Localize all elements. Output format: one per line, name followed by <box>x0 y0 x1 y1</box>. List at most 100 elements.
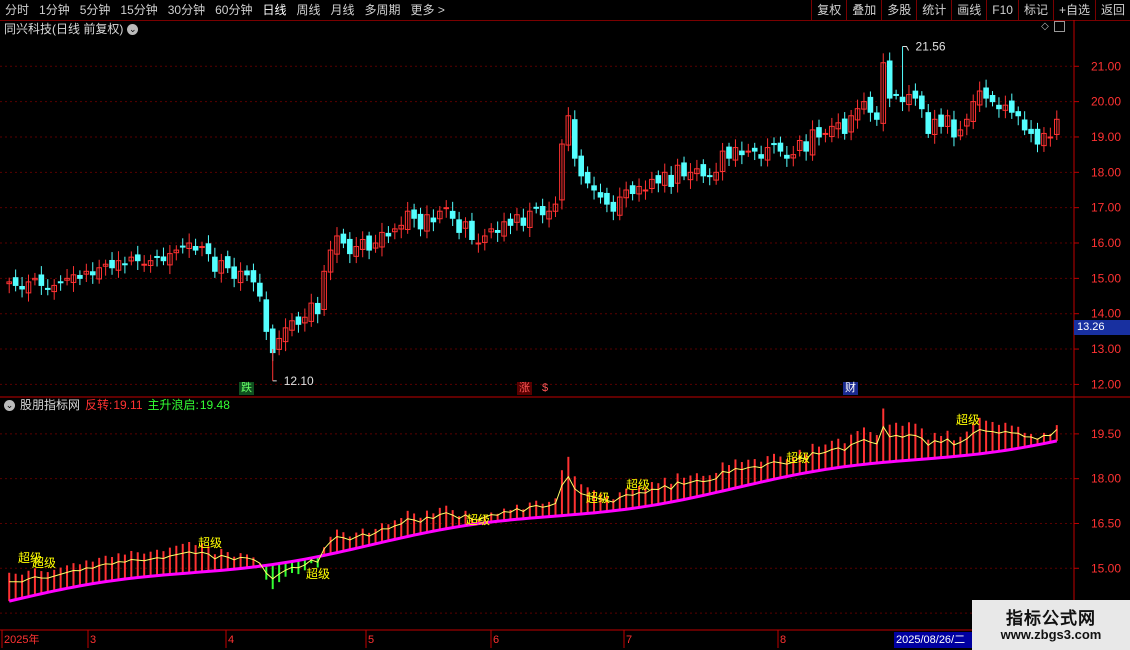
candle-body <box>706 175 713 178</box>
candle-body <box>816 127 822 138</box>
candle-body <box>642 189 649 192</box>
candle-body <box>475 242 482 245</box>
chevron-down-icon[interactable]: ⌄ <box>127 23 139 35</box>
candle-body <box>77 274 83 279</box>
candle-body <box>134 254 141 262</box>
indicator-baseline <box>8 439 1058 603</box>
price-axis-label: 13.00 <box>1091 342 1121 356</box>
candle-body <box>841 118 848 134</box>
indicator-name: 股朋指标网 <box>20 398 81 412</box>
chaoji-signal-label: 超级 <box>586 490 610 505</box>
indicator-axis-label: 15.00 <box>1091 561 1121 575</box>
price-axis-label: 18.00 <box>1091 165 1121 179</box>
indicator-axis-label: 18.00 <box>1091 472 1121 486</box>
candle-body <box>257 282 263 297</box>
watermark: 指标公式网 www.zbgs3.com <box>972 600 1130 650</box>
candle-body <box>366 235 372 251</box>
indicator-signal-line <box>9 425 1058 583</box>
fanzhuan-label: 反转: <box>85 398 113 412</box>
candle-body <box>192 245 199 251</box>
time-axis-label: 3 <box>90 634 96 646</box>
candle-body <box>224 256 231 269</box>
candle-body <box>19 286 25 290</box>
candle-body <box>231 266 237 279</box>
candle-body <box>758 154 764 159</box>
stock-chart[interactable]: 21.00 20.00 19.00 18.00 17.00 16.00 15.00 14.00… <box>0 0 1130 650</box>
candle-body <box>263 299 270 332</box>
chaoji-signal-label: 超级 <box>32 555 56 570</box>
price-axis-label: 17.00 <box>1091 201 1121 215</box>
chevron-down-icon[interactable]: ⌄ <box>4 400 15 411</box>
candle-body <box>938 114 944 127</box>
candle-body <box>314 302 321 315</box>
candle-body <box>584 171 591 184</box>
candle-body <box>417 213 424 230</box>
candle-body <box>38 274 45 286</box>
candle-body <box>154 256 160 259</box>
candle-body <box>899 96 906 103</box>
candle-body <box>340 233 347 244</box>
price-axis-label: 16.00 <box>1091 236 1121 250</box>
candle-body <box>141 263 147 266</box>
chaoji-signal-label: 超级 <box>956 412 980 427</box>
candle-body <box>874 112 880 120</box>
candle-body <box>610 201 617 212</box>
chaoji-signal-label: 超级 <box>786 450 810 465</box>
candle-body <box>597 192 604 198</box>
price-axis-label: 12.00 <box>1091 377 1121 391</box>
candle-body <box>784 154 790 159</box>
candle-body <box>571 119 578 159</box>
candle-body <box>1008 100 1015 113</box>
candle-body <box>700 164 707 177</box>
event-marker-die[interactable]: 跌 <box>239 382 254 395</box>
time-axis-label: 2025年 <box>4 632 39 646</box>
fanzhuan-value: 19.11 <box>113 398 143 412</box>
candle-body <box>89 271 96 276</box>
time-axis-label: 4 <box>228 634 234 646</box>
candle-body <box>449 210 456 219</box>
candle-body <box>57 281 64 284</box>
stock-title: 同兴科技(日线 前复权) <box>4 22 124 36</box>
candle-body <box>507 218 514 226</box>
candle-body <box>295 316 302 325</box>
candle-body <box>681 162 687 177</box>
candle-body <box>44 287 51 290</box>
chaoji-signal-label: 超级 <box>306 566 330 581</box>
candle-body <box>591 185 597 191</box>
candle-body <box>989 95 996 103</box>
indicator-axis-label: 16.50 <box>1091 516 1121 530</box>
event-marker-zhang[interactable]: 涨 <box>517 382 532 395</box>
candle-body <box>212 256 218 272</box>
chaoji-signal-label: 超级 <box>198 535 222 550</box>
candle-body <box>539 206 546 216</box>
price-axis-label: 14.00 <box>1091 307 1121 321</box>
candle-body <box>951 119 957 138</box>
candle-body <box>1047 136 1054 139</box>
candle-body <box>751 147 758 152</box>
event-marker-dollar[interactable]: $ <box>540 382 550 395</box>
candle-body <box>179 245 186 248</box>
candle-body <box>893 93 899 96</box>
candle-body <box>919 95 925 110</box>
low-annotation: 12.10 <box>284 374 314 388</box>
time-axis-label: 8 <box>780 634 786 646</box>
chaoji-signal-label: 超级 <box>626 477 650 492</box>
candle-body <box>347 238 353 255</box>
watermark-title: 指标公式网 <box>1006 609 1096 628</box>
price-axis-label: 20.00 <box>1091 95 1121 109</box>
candle-body <box>199 246 205 249</box>
candle-body <box>983 87 989 99</box>
candle-body <box>456 219 462 233</box>
candle-body <box>777 142 784 152</box>
time-axis-label: 5 <box>368 634 374 646</box>
diamond-icon[interactable]: ◇ <box>1040 21 1050 32</box>
candle-body <box>250 270 257 283</box>
candle-body <box>739 150 745 156</box>
zhusheng-label: 主升浪启: <box>147 398 199 412</box>
zhusheng-value: 19.48 <box>199 398 230 412</box>
candle-body <box>533 206 540 209</box>
high-pointer <box>902 45 909 51</box>
event-marker-cai[interactable]: 财 <box>843 382 858 395</box>
maximize-icon[interactable] <box>1054 21 1065 32</box>
candle-body <box>1034 128 1041 145</box>
